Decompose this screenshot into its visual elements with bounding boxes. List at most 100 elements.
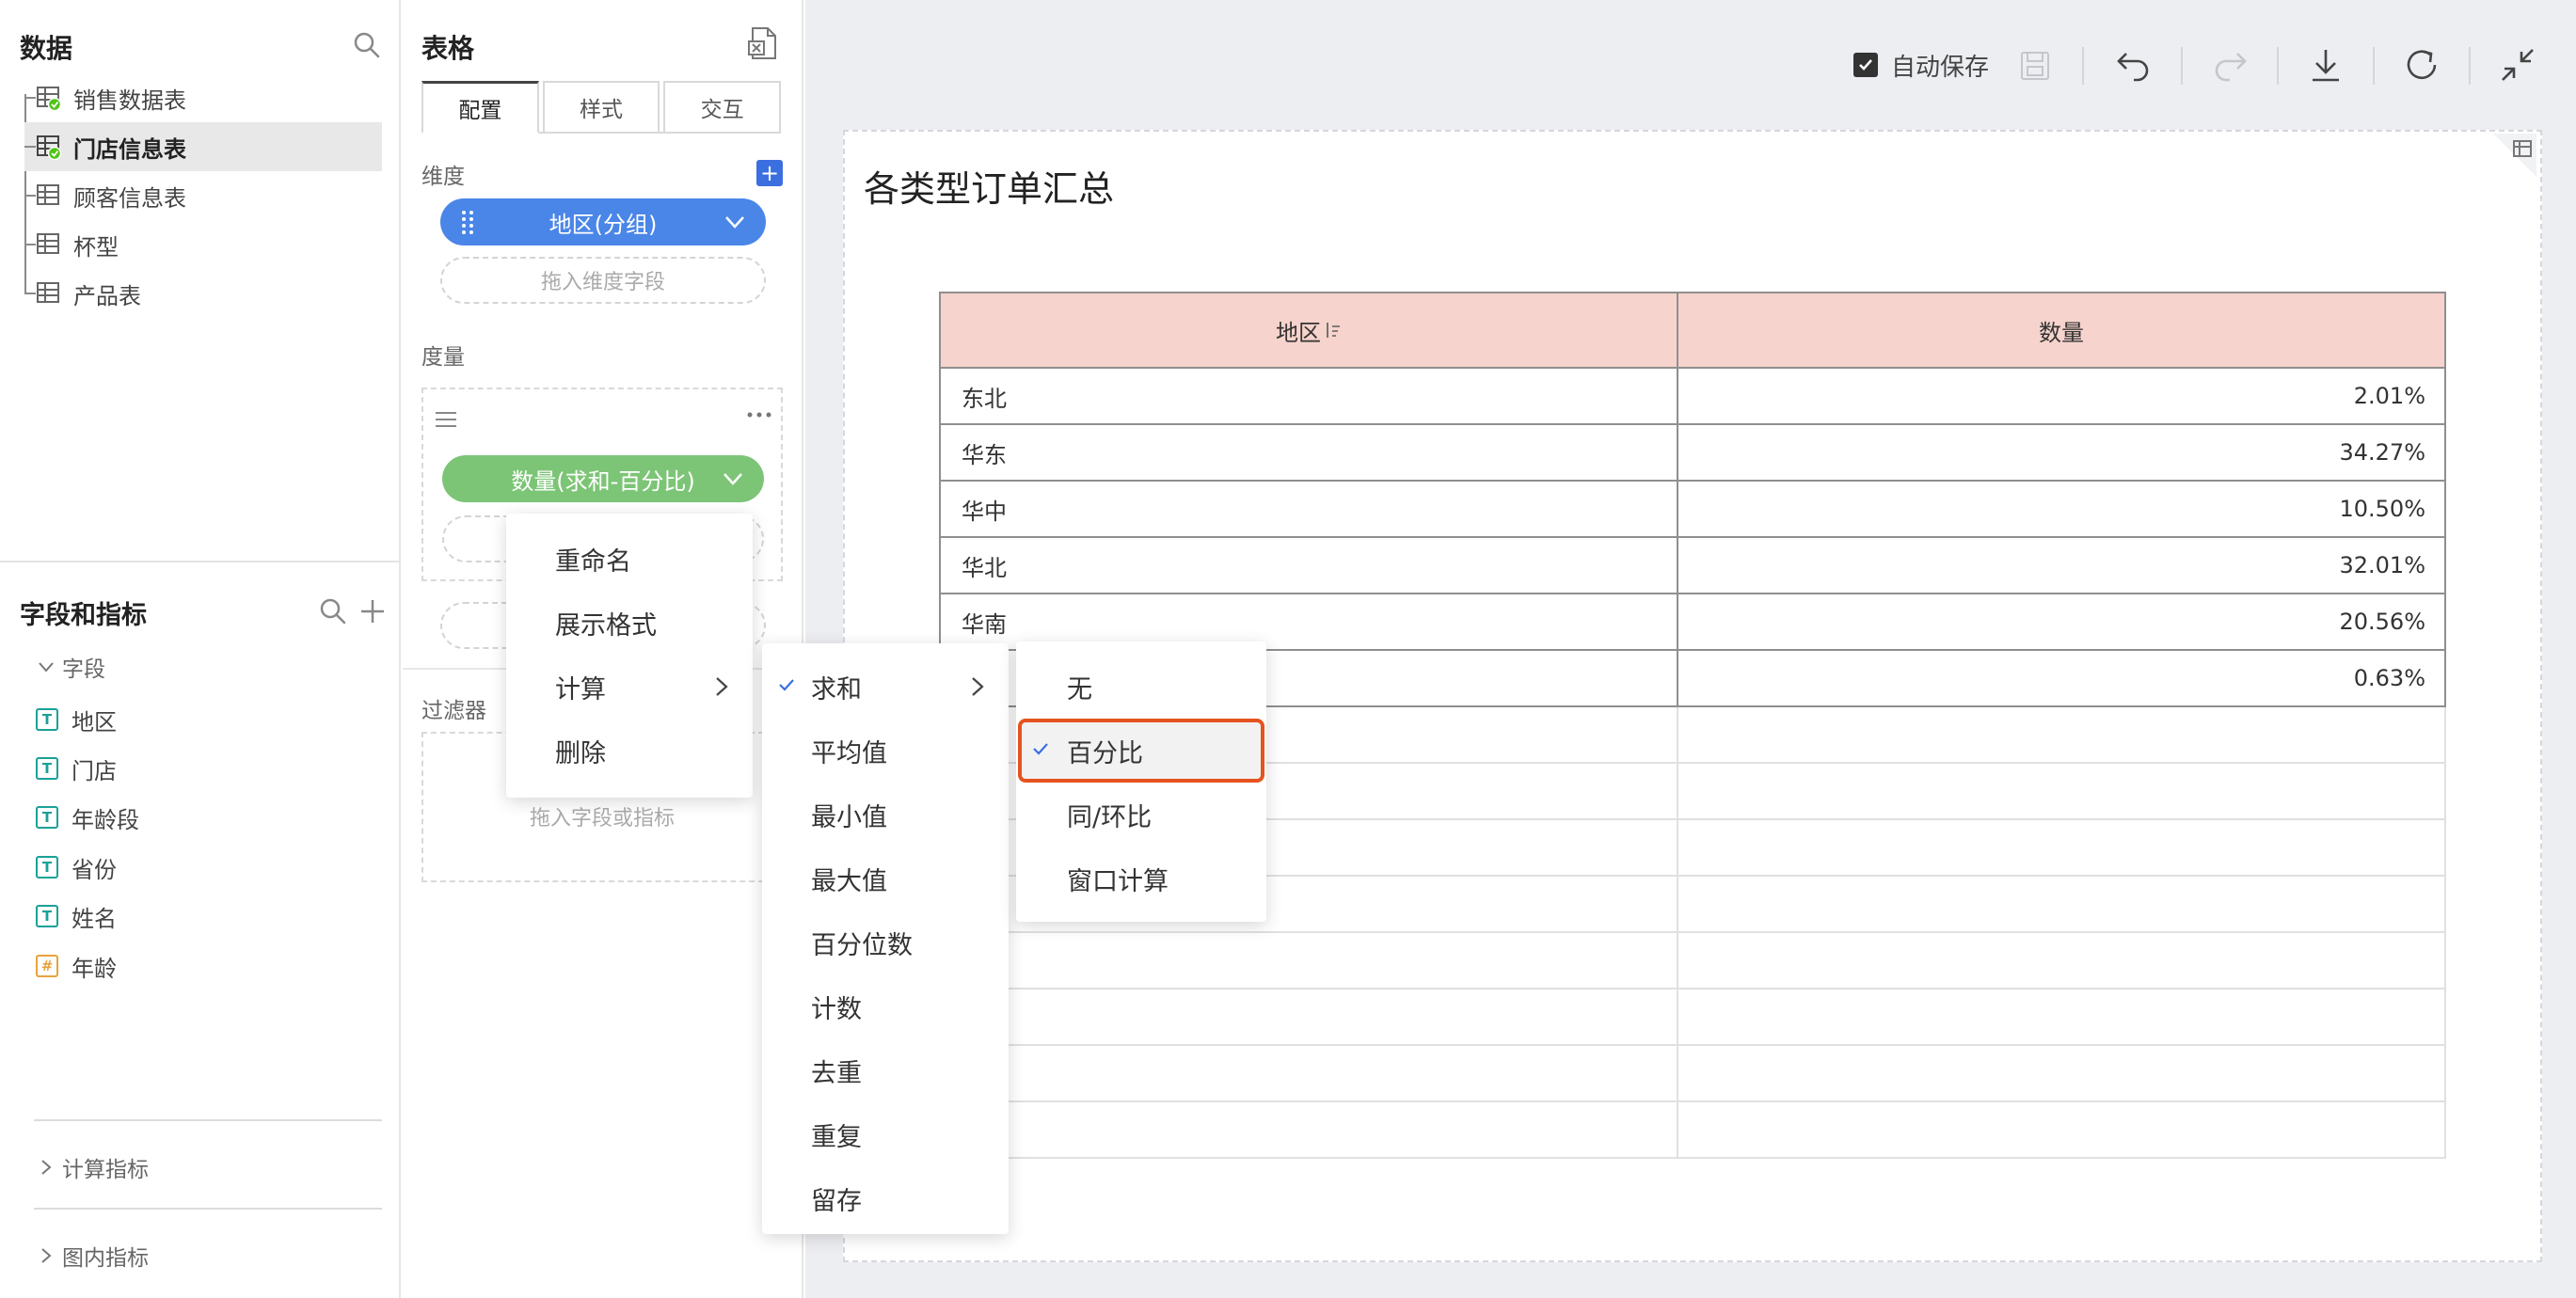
menu-item-window-calc[interactable]: 窗口计算 [1016, 850, 1266, 907]
menu-item-percentage[interactable]: 百分比 [1016, 722, 1266, 779]
save-icon[interactable] [2019, 45, 2051, 85]
menu-item-min[interactable]: 最小值 [762, 786, 1009, 843]
chart-metrics-toggle[interactable]: 图内指标 [36, 1240, 149, 1272]
menu-lines-icon[interactable] [435, 410, 457, 429]
table-synced-icon [37, 87, 62, 111]
chart-title: 各类型订单汇总 [864, 168, 1115, 210]
add-dimension-button[interactable]: + [756, 160, 783, 186]
field-item[interactable]: T 姓名 [36, 897, 117, 935]
text-field-icon: T [36, 905, 58, 927]
calc-metrics-toggle[interactable]: 计算指标 [36, 1151, 149, 1183]
excel-export-icon[interactable] [747, 26, 779, 60]
table-row[interactable]: 华东 34.27% [939, 425, 2446, 482]
text-field-icon: T [36, 856, 58, 879]
measure-pill[interactable]: 数量(求和-百分比) [442, 455, 764, 502]
field-item[interactable]: T 门店 [36, 750, 117, 787]
drag-handle-icon[interactable] [461, 210, 474, 234]
table-cell: 2.01% [2353, 383, 2425, 409]
table-row[interactable]: 东北 2.01% [939, 369, 2446, 425]
toolbar-divider [2469, 47, 2471, 85]
menu-item-repeat[interactable]: 重复 [762, 1106, 1009, 1163]
column-header-region[interactable]: 地区 [941, 293, 1678, 367]
table-row[interactable]: 华北 32.01% [939, 538, 2446, 594]
dimension-pill[interactable]: 地区(分组) [440, 198, 766, 245]
autosave-toggle[interactable]: 自动保存 [1853, 45, 1989, 85]
menu-item-average[interactable]: 平均值 [762, 722, 1009, 779]
menu-item-delete[interactable]: 删除 [506, 722, 753, 779]
field-item[interactable]: # 年龄 [36, 947, 117, 985]
table-item-product[interactable]: 产品表 [24, 269, 382, 318]
search-icon[interactable] [352, 30, 382, 60]
field-item[interactable]: T 省份 [36, 848, 117, 886]
table-item-sales[interactable]: 销售数据表 [24, 73, 382, 122]
tab-interaction[interactable]: 交互 [663, 81, 782, 132]
menu-item-none[interactable]: 无 [1016, 658, 1266, 715]
table-item-customer[interactable]: 顾客信息表 [24, 171, 382, 220]
table-item-cup[interactable]: 杯型 [24, 220, 382, 269]
menu-item-calculate[interactable]: 计算 [506, 658, 753, 715]
redo-icon[interactable] [2211, 45, 2249, 85]
text-field-icon: T [36, 806, 58, 829]
table-item-store[interactable]: 门店信息表 [24, 122, 382, 171]
table-cell: 32.01% [2339, 552, 2425, 578]
more-icon[interactable] [747, 410, 771, 419]
menu-item-retention[interactable]: 留存 [762, 1170, 1009, 1227]
chevron-right-icon [972, 677, 984, 696]
sort-icon[interactable] [1325, 321, 1342, 340]
menu-item-percentile[interactable]: 百分位数 [762, 914, 1009, 971]
toolbar-divider [2181, 47, 2183, 85]
filter-label: 过滤器 [421, 699, 486, 723]
dimension-drop-zone[interactable]: 拖入维度字段 [440, 257, 766, 304]
empty-row [939, 1046, 2446, 1102]
collapse-icon[interactable] [2499, 45, 2536, 85]
field-label: 年龄段 [72, 806, 139, 833]
text-field-icon: T [36, 708, 58, 731]
field-group-toggle[interactable]: 字段 [36, 651, 105, 683]
download-icon[interactable] [2307, 45, 2345, 85]
empty-row [939, 933, 2446, 989]
menu-item-max[interactable]: 最大值 [762, 850, 1009, 907]
chevron-down-icon[interactable] [723, 471, 743, 486]
chart-metrics-label: 图内指标 [62, 1246, 149, 1271]
table-cell: 10.50% [2339, 496, 2425, 522]
table-cell: 0.63% [2353, 665, 2425, 691]
checkbox-checked-icon[interactable] [1853, 53, 1878, 77]
dimension-pill-label: 地区(分组) [549, 211, 658, 238]
search-icon[interactable] [318, 596, 348, 626]
refresh-icon[interactable] [2403, 45, 2441, 85]
tab-config[interactable]: 配置 [421, 81, 539, 134]
column-header-quantity[interactable]: 数量 [1678, 293, 2444, 367]
table-cell: 华北 [941, 538, 1678, 593]
menu-item-label: 百分比 [1067, 738, 1143, 768]
menu-item-rename[interactable]: 重命名 [506, 530, 753, 587]
autosave-label: 自动保存 [1891, 53, 1990, 82]
menu-item-distinct[interactable]: 去重 [762, 1042, 1009, 1099]
field-label: 门店 [72, 757, 117, 784]
field-item[interactable]: T 年龄段 [36, 799, 139, 836]
chevron-right-icon [716, 677, 728, 696]
page-fold-icon[interactable] [2493, 134, 2536, 177]
table-item-label: 门店信息表 [73, 135, 186, 163]
divider [34, 1119, 382, 1121]
field-item[interactable]: T 地区 [36, 701, 117, 738]
table-icon [37, 233, 59, 254]
add-icon[interactable] [358, 596, 388, 626]
chevron-down-icon [39, 662, 54, 673]
tab-style[interactable]: 样式 [542, 81, 660, 132]
undo-icon[interactable] [2115, 45, 2153, 85]
field-label: 年龄 [72, 955, 117, 982]
toolbar-divider [2373, 47, 2375, 85]
menu-item-yoy-mom[interactable]: 同/环比 [1016, 786, 1266, 843]
field-group-label: 字段 [62, 657, 105, 682]
chevron-down-icon[interactable] [724, 214, 745, 230]
chevron-right-icon [41, 1160, 52, 1175]
menu-item-display-format[interactable]: 展示格式 [506, 594, 753, 651]
menu-item-label: 求和 [811, 674, 862, 704]
menu-item-sum[interactable]: 求和 [762, 658, 1009, 715]
measure-label: 度量 [421, 345, 465, 370]
menu-item-count[interactable]: 计数 [762, 978, 1009, 1035]
table-item-label: 产品表 [73, 282, 141, 309]
table-cell: 华东 [941, 425, 1678, 480]
table-row[interactable]: 华中 10.50% [939, 482, 2446, 538]
panel-divider [0, 561, 401, 562]
